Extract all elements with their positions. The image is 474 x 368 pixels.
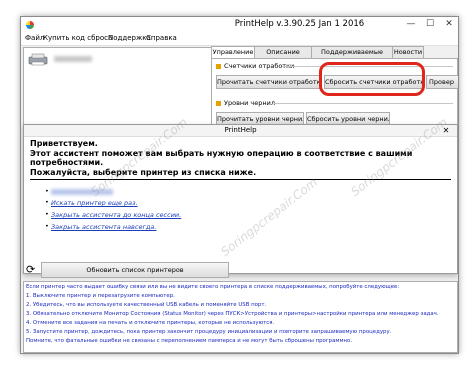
menu-buy-code[interactable]: Купить код сброса: [43, 34, 112, 42]
assistant-dialog: PrintHelp ✕ Приветствуем. Этот ассистент…: [23, 124, 458, 274]
maximize-button[interactable]: ☐: [421, 17, 439, 33]
ink-group-label: Уровни чернил: [224, 99, 276, 107]
close-button[interactable]: ✕: [440, 17, 458, 33]
search-printer-link[interactable]: Искать принтер еще раз.: [51, 199, 138, 207]
dialog-title: PrintHelp: [24, 125, 457, 137]
tab-error-descriptions[interactable]: Описание ошибок: [254, 46, 312, 67]
refresh-printers-button[interactable]: Обновить список принтеров: [41, 262, 229, 278]
counter-icon: [216, 63, 221, 69]
refresh-icon[interactable]: ⟳: [26, 264, 38, 276]
app-window: PrintHelp v.3.90.25 Jan 1 2016 — ☐ ✕ Фай…: [20, 16, 459, 354]
ink-icon: [216, 100, 221, 106]
help-log: Если принтер часто выдает ошибку связи и…: [23, 281, 458, 353]
minimize-button[interactable]: —: [402, 17, 420, 33]
menu-help[interactable]: Справка: [146, 34, 177, 42]
bullet: •: [45, 222, 49, 230]
bullet: •: [45, 210, 49, 218]
log-line: Помните, что фатальные ошибки не связаны…: [26, 338, 353, 344]
check-button[interactable]: Провер: [426, 75, 458, 89]
menu-support[interactable]: Поддержка: [108, 34, 151, 42]
tab-supported-models[interactable]: Поддерживаемые модели: [311, 46, 393, 67]
menu-file[interactable]: Файл: [25, 34, 44, 42]
log-line: 1. Выключите принтер и перезагрузите ком…: [26, 293, 175, 299]
log-line: 3. Обязательно отключите Монитор Состоян…: [26, 311, 439, 317]
divider: [274, 103, 453, 104]
tab-news[interactable]: Новости: [392, 46, 424, 58]
close-forever-link[interactable]: Закрыть ассистента навсегда.: [51, 223, 156, 231]
title-bar: PrintHelp v.3.90.25 Jan 1 2016 — ☐ ✕: [21, 17, 458, 33]
ink-group: Уровни чернил: [216, 99, 275, 107]
highlight-circle: [319, 62, 425, 96]
divider: [30, 179, 451, 180]
printer-name-blurred[interactable]: [54, 56, 92, 62]
log-line: 5. Запустите принтер, дождитесь, пока пр…: [26, 329, 392, 335]
printer-icon: [28, 53, 48, 66]
bullet: •: [45, 187, 49, 195]
close-session-link[interactable]: Закрыть ассистента до конца сессии.: [51, 211, 181, 219]
bullet: •: [45, 198, 49, 206]
read-counters-button[interactable]: Прочитать счетчики отработки: [216, 75, 322, 89]
window-title: PrintHelp v.3.90.25 Jan 1 2016: [234, 19, 365, 29]
log-line: Если принтер часто выдает ошибку связи и…: [26, 284, 400, 290]
log-line: 4. Отмените все задания на печать и откл…: [26, 320, 275, 326]
log-line: 2. Убедитесь, что вы используете качеств…: [26, 302, 267, 308]
dialog-greeting: Приветствуем.: [30, 139, 98, 148]
menu-bar: Файл Купить код сброса Поддержка Справка: [21, 33, 458, 46]
